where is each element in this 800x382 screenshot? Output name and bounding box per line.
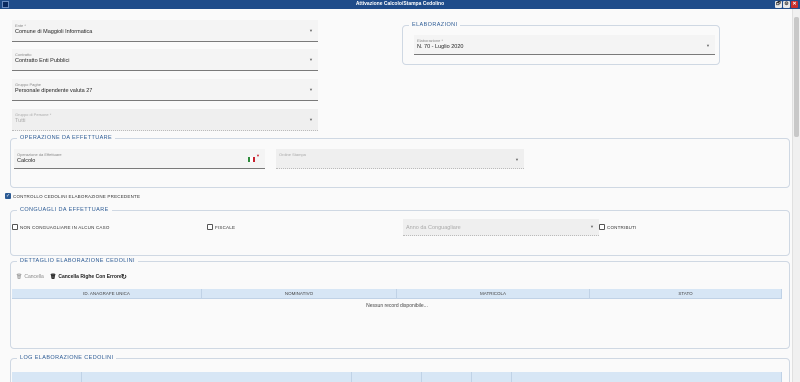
trash-icon: 🗑	[50, 274, 57, 280]
chevron-down-icon: ▼	[309, 57, 313, 62]
checkbox-icon	[599, 224, 605, 230]
ente-value: Comune di Maggioli Informatica	[15, 29, 93, 35]
settings-icon[interactable]: ⚙	[783, 1, 790, 8]
operazione-panel: OPERAZIONE DA EFFETTUARE Operazione da E…	[10, 135, 790, 188]
operazione-legend: OPERAZIONE DA EFFETTUARE	[17, 135, 116, 141]
required-marker: ▼	[256, 153, 260, 158]
chevron-down-icon: ▼	[590, 224, 594, 229]
fiscale-checkbox[interactable]: FISCALE	[207, 224, 235, 230]
gruppo-paghe-label: Gruppo Paghe	[15, 82, 42, 87]
log-legend: LOG ELABORAZIONE CEDOLINI	[17, 355, 117, 361]
close-button[interactable]: ✕	[791, 1, 798, 8]
contributi-label: CONTRIBUTI	[607, 224, 637, 230]
empty-message: Nessun record disponibile...	[366, 303, 428, 309]
gruppo-paghe-select[interactable]: Gruppo Paghe Personale dipendente valuta…	[12, 79, 318, 101]
non-conguagliare-label: NON CONGUAGLIARE IN ALCUN CASO	[20, 224, 110, 230]
gruppo-paghe-value: Personale dipendente valuta 27	[15, 88, 93, 94]
column-header[interactable]: MATRICOLA	[397, 289, 590, 298]
ordine-stampa-label: Ordine Stampa	[279, 152, 306, 157]
refresh-button[interactable]: ↻	[121, 273, 127, 281]
elaborazione-value: N. 70 - Luglio 2020	[417, 44, 464, 50]
contributi-checkbox[interactable]: CONTRIBUTI	[599, 224, 637, 230]
window-title: Attivazione Calcolo/Stampa Cedolino	[355, 1, 445, 7]
gruppo-persone-label: Gruppo di Persone *	[15, 112, 52, 117]
contratto-select[interactable]: Contratto Contratto Enti Pubblici ▼	[12, 49, 318, 71]
chevron-down-icon: ▼	[706, 43, 710, 48]
main-content: Ente * Comune di Maggioli Informatica ▼ …	[0, 9, 792, 382]
controllo-cedolini-label: CONTROLLO CEDOLINI ELABORAZIONE PRECEDEN…	[13, 193, 141, 199]
ente-select[interactable]: Ente * Comune di Maggioli Informatica ▼	[12, 20, 318, 42]
checkbox-icon	[12, 224, 18, 230]
log-column-header[interactable]	[512, 372, 782, 382]
vertical-scrollbar[interactable]	[792, 9, 800, 382]
elaborazione-label: Elaborazione *	[417, 38, 444, 43]
conguagli-legend: CONGUAGLI DA EFFETTUARE	[17, 207, 112, 213]
window-titlebar: Attivazione Calcolo/Stampa Cedolino 🗗 ⚙ …	[0, 0, 800, 9]
restore-button[interactable]: 🗗	[775, 1, 782, 8]
column-header[interactable]: ID. ANAGRAFE UNICA	[12, 289, 202, 298]
anno-conguagliare-select[interactable]: Anno da Conguagliare ▼	[403, 219, 599, 236]
elaborazione-select[interactable]: Elaborazione * N. 70 - Luglio 2020 ▼	[414, 35, 715, 55]
scrollbar-thumb[interactable]	[794, 17, 799, 137]
italy-flag-icon	[248, 157, 255, 162]
controllo-cedolini-checkbox[interactable]: CONTROLLO CEDOLINI ELABORAZIONE PRECEDEN…	[5, 193, 140, 199]
column-header[interactable]: NOMINATIVO	[202, 289, 397, 298]
log-column-header[interactable]	[82, 372, 352, 382]
operazione-label: Operazione da Effettuare	[17, 152, 62, 157]
log-column-header[interactable]	[352, 372, 422, 382]
non-conguagliare-checkbox[interactable]: NON CONGUAGLIARE IN ALCUN CASO	[12, 224, 110, 230]
cancella-righe-errore-button[interactable]: 🗑 Cancella Righe Con Errore	[50, 274, 122, 280]
chevron-down-icon: ▼	[309, 87, 313, 92]
ordine-stampa-select[interactable]: Ordine Stampa ▼	[276, 149, 524, 169]
app-icon	[2, 1, 9, 8]
log-grid-header	[12, 372, 782, 382]
gruppo-persone-value: Tutti	[15, 118, 26, 124]
cancella-righe-label: Cancella Righe Con Errore	[58, 274, 122, 280]
dettaglio-grid-header: ID. ANAGRAFE UNICA NOMINATIVO MATRICOLA …	[12, 289, 782, 299]
log-column-header[interactable]	[422, 372, 472, 382]
cancella-label: Cancella	[24, 274, 44, 280]
log-column-header[interactable]	[12, 372, 82, 382]
trash-icon: 🗑	[16, 274, 23, 280]
dettaglio-legend: DETTAGLIO ELABORAZIONE CEDOLINI	[17, 258, 138, 264]
gruppo-persone-select[interactable]: Gruppo di Persone * Tutti ▼	[12, 109, 318, 131]
window-controls: 🗗 ⚙ ✕	[775, 1, 798, 8]
operazione-select[interactable]: Operazione da Effettuare Calcolo ▼	[14, 149, 265, 169]
elaborazioni-legend: ELABORAZIONI	[409, 22, 461, 28]
chevron-down-icon: ▼	[309, 117, 313, 122]
chevron-down-icon: ▼	[309, 28, 313, 33]
checkbox-icon	[207, 224, 213, 230]
contratto-label: Contratto	[15, 52, 32, 57]
fiscale-label: FISCALE	[215, 224, 236, 230]
elaborazioni-panel: ELABORAZIONI Elaborazione * N. 70 - Lugl…	[402, 22, 720, 65]
log-column-header[interactable]	[472, 372, 512, 382]
column-header[interactable]: STATO	[590, 289, 782, 298]
chevron-down-icon: ▼	[515, 157, 519, 162]
cancella-button[interactable]: 🗑 Cancella	[16, 274, 44, 280]
ente-label: Ente *	[15, 23, 26, 28]
checkbox-checked-icon	[5, 193, 11, 199]
anno-conguagliare-placeholder: Anno da Conguagliare	[406, 225, 461, 231]
operazione-value: Calcolo	[17, 158, 36, 164]
conguagli-panel: CONGUAGLI DA EFFETTUARE NON CONGUAGLIARE…	[10, 207, 790, 256]
contratto-value: Contratto Enti Pubblici	[15, 58, 70, 64]
refresh-icon: ↻	[121, 274, 127, 281]
